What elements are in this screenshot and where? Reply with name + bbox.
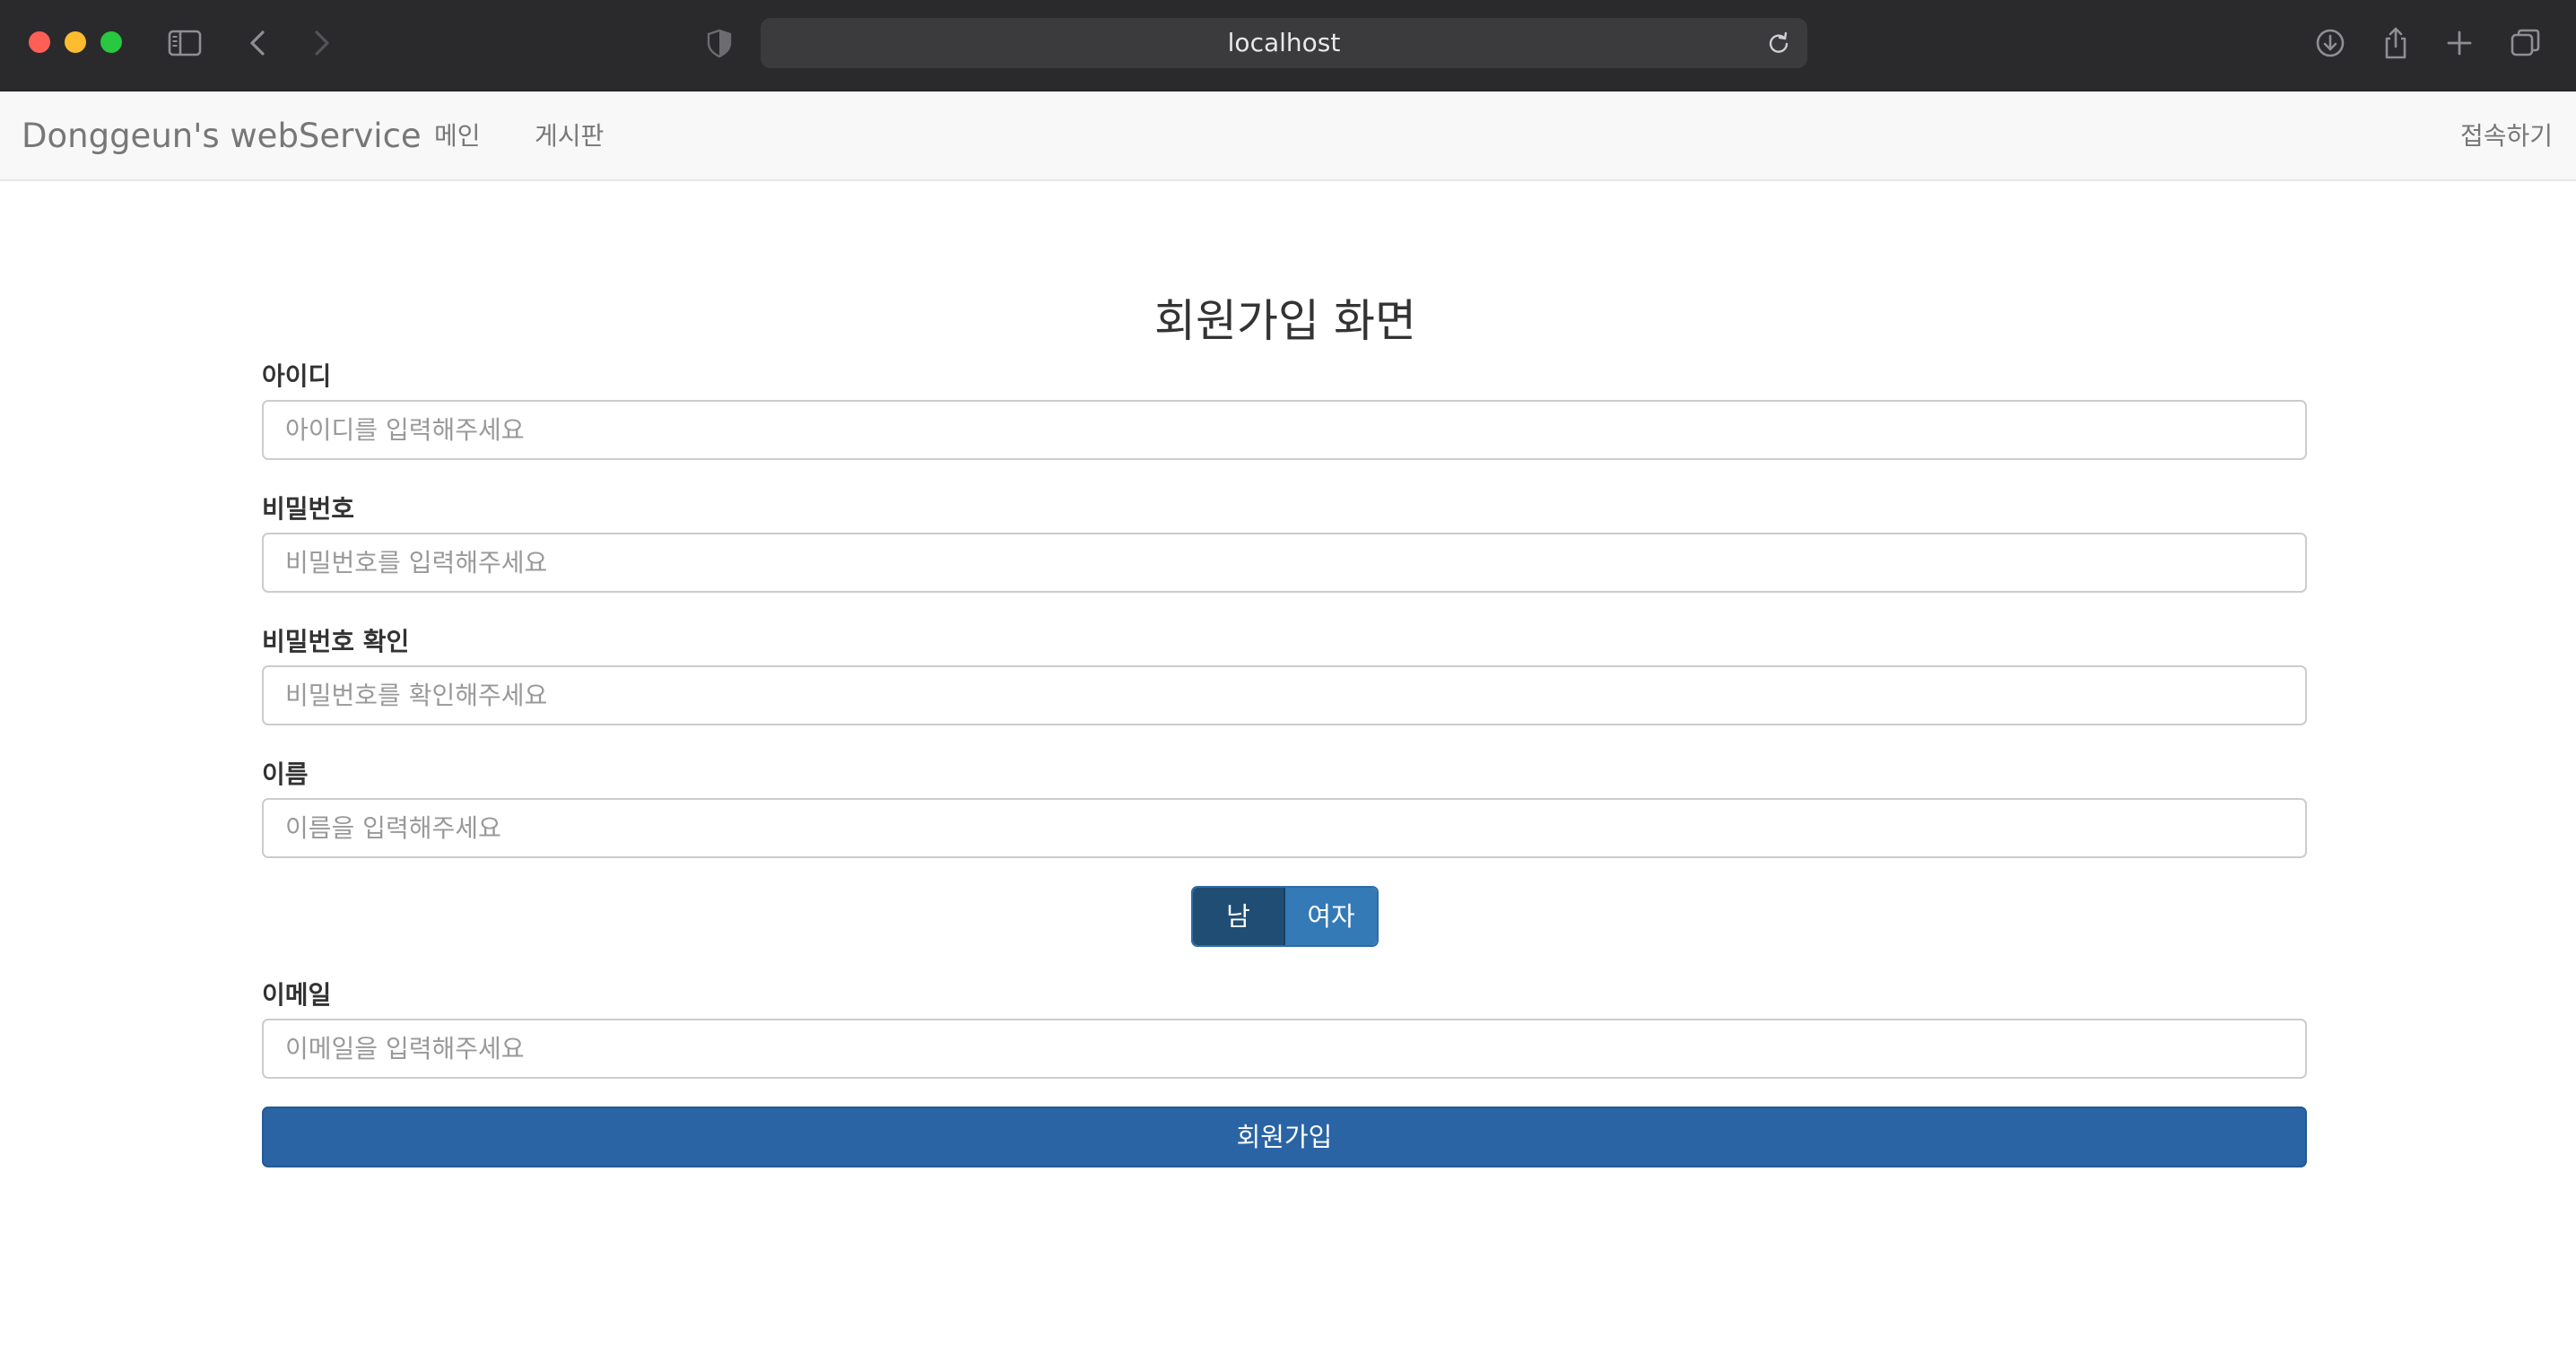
- name-label: 이름: [262, 759, 309, 789]
- username-input[interactable]: [262, 400, 2307, 460]
- sidebar-toggle-icon[interactable]: [167, 25, 203, 61]
- new-tab-icon[interactable]: [2441, 25, 2477, 61]
- page-title: 회원가입 화면: [1154, 295, 1416, 347]
- gender-toggle-group: 남자 여자: [1191, 886, 1379, 947]
- url-text: localhost: [1227, 28, 1341, 57]
- address-bar[interactable]: localhost: [761, 18, 1807, 68]
- back-icon[interactable]: [240, 25, 276, 61]
- name-input[interactable]: [262, 798, 2307, 858]
- email-label: 이메일: [262, 980, 332, 1010]
- window-maximize-button[interactable]: [100, 31, 122, 53]
- window-close-button[interactable]: [29, 31, 50, 53]
- gender-female-button[interactable]: 여자: [1285, 888, 1377, 945]
- password-input[interactable]: [262, 533, 2307, 593]
- download-icon[interactable]: [2312, 25, 2348, 61]
- password-confirm-label: 비밀번호 확인: [262, 627, 410, 656]
- password-label: 비밀번호: [262, 494, 355, 524]
- password-confirm-input[interactable]: [262, 665, 2307, 725]
- nav-link-board[interactable]: 게시판: [535, 91, 604, 181]
- forward-icon[interactable]: [303, 25, 339, 61]
- browser-toolbar: localhost: [0, 0, 2576, 91]
- nav-link-login[interactable]: 접속하기: [2460, 91, 2553, 181]
- username-label: 아이디: [262, 361, 332, 391]
- share-icon[interactable]: [2378, 25, 2414, 61]
- reload-icon[interactable]: [1766, 30, 1791, 56]
- signup-submit-button[interactable]: 회원가입: [262, 1107, 2307, 1167]
- email-input[interactable]: [262, 1019, 2307, 1079]
- privacy-shield-icon[interactable]: [701, 25, 737, 61]
- tab-overview-icon[interactable]: [2508, 25, 2544, 61]
- gender-male-button[interactable]: 남자: [1193, 888, 1285, 945]
- site-navbar: Donggeun's webService 메인 게시판 접속하기: [0, 91, 2576, 181]
- window-minimize-button[interactable]: [65, 31, 86, 53]
- nav-link-main[interactable]: 메인: [434, 91, 481, 181]
- navbar-brand[interactable]: Donggeun's webService: [22, 91, 422, 181]
